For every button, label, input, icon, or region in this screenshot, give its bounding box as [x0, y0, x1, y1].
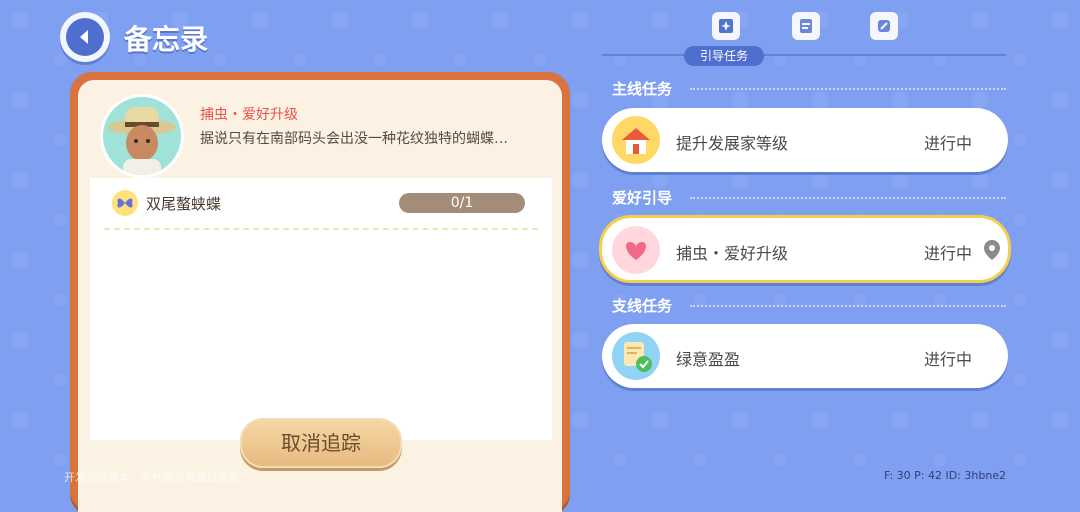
divider [104, 228, 538, 230]
tab-guide-tasks[interactable]: 引导任务 [684, 46, 764, 66]
tab-underline [602, 54, 1006, 56]
task-list-icon[interactable] [792, 12, 820, 40]
section-divider [690, 88, 1006, 90]
quest-card-side[interactable]: 绿意盈盈 进行中 [602, 324, 1008, 388]
quest-card-main[interactable]: 提升发展家等级 进行中 [602, 108, 1008, 172]
quest-detail-inner: 捕虫・爱好升级 据说只有在南部码头会出没一种花纹独特的蝴蝶… 双尾螯蛱蝶 0/1… [78, 80, 562, 512]
objective-progress: 0/1 [399, 193, 525, 213]
butterfly-icon [112, 190, 138, 216]
tab-icons [700, 12, 960, 46]
quest-name: 捕虫・爱好升级 [676, 244, 789, 263]
cancel-tracking-button[interactable]: 取消追踪 [240, 418, 402, 468]
guide-book-icon[interactable] [712, 12, 740, 40]
quest-detail-card: 捕虫・爱好升级 据说只有在南部码头会出没一种花纹独特的蝴蝶… 双尾螯蛱蝶 0/1… [70, 72, 570, 512]
heart-bubble-icon [612, 226, 660, 274]
section-divider [690, 305, 1006, 307]
quest-description: 据说只有在南部码头会出没一种花纹独特的蝴蝶… [200, 131, 508, 147]
house-icon [612, 116, 660, 164]
note-check-icon [612, 332, 660, 380]
quest-title: 捕虫・爱好升级 [200, 107, 298, 123]
location-pin-icon[interactable] [982, 238, 1002, 262]
quest-card-hobby[interactable]: 捕虫・爱好升级 进行中 [599, 215, 1011, 283]
npc-avatar [100, 94, 184, 178]
edit-note-icon[interactable] [870, 12, 898, 40]
quest-status: 进行中 [924, 350, 973, 369]
section-divider [690, 197, 1006, 199]
back-arrow-icon [66, 18, 104, 56]
objective-panel: 双尾螯蛱蝶 0/1 [90, 178, 552, 440]
quest-name: 提升发展家等级 [676, 134, 789, 153]
debug-stats: F: 30 P: 42 ID: 3hbne2 [884, 469, 1007, 482]
quest-status: 进行中 [924, 244, 973, 263]
back-button[interactable] [60, 12, 110, 62]
quest-status: 进行中 [924, 134, 973, 153]
objective-target-name: 双尾螯蛱蝶 [146, 195, 222, 213]
section-header-main: 主线任务 [612, 80, 673, 98]
quest-name: 绿意盈盈 [676, 350, 741, 369]
build-watermark: 开发测试版本，不代表游戏最终品质 [64, 471, 240, 484]
section-header-hobby: 爱好引导 [612, 189, 673, 207]
page-title: 备忘录 [124, 23, 209, 56]
section-header-side: 支线任务 [612, 297, 673, 315]
